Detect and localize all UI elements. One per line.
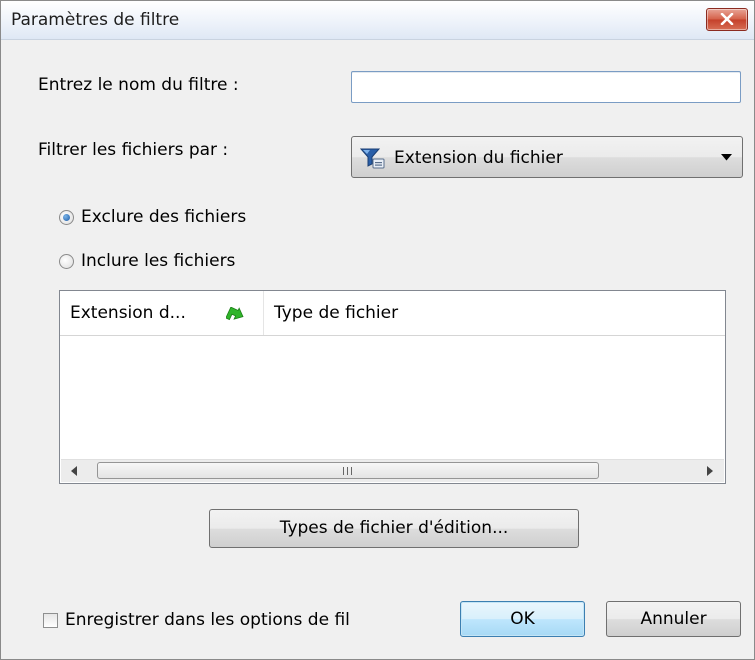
- horizontal-scrollbar[interactable]: [61, 459, 724, 482]
- scrollbar-grip: [343, 467, 353, 475]
- filter-by-selected: Extension du fichier: [394, 148, 563, 168]
- list-header: Extension d... Type de fichier: [60, 291, 725, 336]
- exclude-files-label: Exclure des fichiers: [81, 207, 247, 227]
- filter-by-label: Filtrer les fichiers par :: [38, 140, 229, 160]
- filter-by-dropdown[interactable]: Extension du fichier: [351, 136, 743, 178]
- column-header-file-type-label: Type de fichier: [274, 303, 399, 323]
- exclude-files-radio[interactable]: Exclure des fichiers: [59, 207, 319, 229]
- filter-name-label: Entrez le nom du filtre :: [38, 75, 239, 95]
- save-option-label: Enregistrer dans les options de fil: [65, 610, 350, 630]
- ok-button[interactable]: OK: [460, 601, 585, 637]
- include-files-label: Inclure les fichiers: [81, 251, 236, 271]
- close-icon: [720, 13, 734, 25]
- filter-settings-dialog: Paramètres de filtre Entrez le nom du fi…: [0, 0, 755, 660]
- cancel-button-label: Annuler: [640, 609, 707, 629]
- filter-funnel-icon: [360, 148, 385, 169]
- column-header-file-type[interactable]: Type de fichier: [264, 291, 726, 335]
- cancel-button[interactable]: Annuler: [606, 601, 741, 637]
- radio-button-unchecked[interactable]: [59, 254, 74, 269]
- chevron-down-icon: [721, 154, 732, 161]
- filter-name-input[interactable]: [351, 71, 741, 103]
- column-header-extension[interactable]: Extension d...: [60, 291, 264, 335]
- radio-button-checked[interactable]: [59, 210, 74, 225]
- edit-file-types-label: Types de fichier d'édition...: [279, 518, 509, 538]
- close-button[interactable]: [706, 8, 748, 31]
- scroll-right-icon[interactable]: [707, 466, 713, 476]
- sort-arrow-icon: [226, 307, 244, 321]
- edit-file-types-button[interactable]: Types de fichier d'édition...: [209, 509, 579, 548]
- save-option-checkbox[interactable]: [43, 613, 58, 628]
- title-bar[interactable]: Paramètres de filtre: [1, 1, 754, 40]
- ok-button-label: OK: [510, 609, 535, 629]
- dialog-title: Paramètres de filtre: [11, 10, 180, 30]
- file-extension-list[interactable]: Extension d... Type de fichier: [59, 290, 726, 484]
- scroll-left-icon[interactable]: [71, 466, 77, 476]
- scrollbar-thumb[interactable]: [97, 462, 599, 479]
- column-header-extension-label: Extension d...: [70, 303, 186, 323]
- include-files-radio[interactable]: Inclure les fichiers: [59, 251, 319, 273]
